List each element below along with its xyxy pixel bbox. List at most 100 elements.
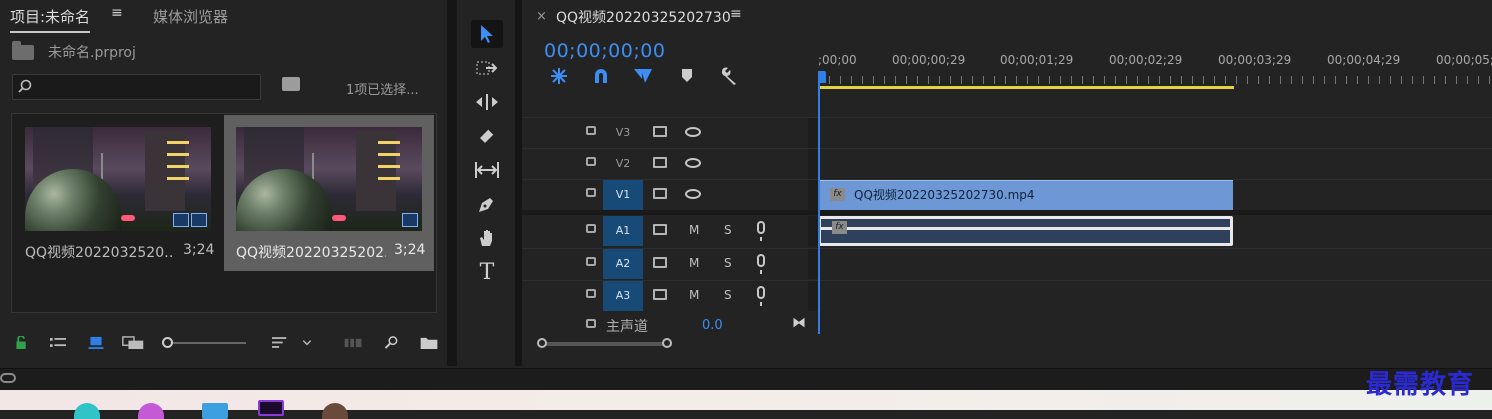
- track-label[interactable]: A1: [603, 216, 643, 246]
- sync-lock-icon[interactable]: [653, 157, 667, 168]
- selection-tool-icon[interactable]: [471, 20, 503, 48]
- freeform-view-icon[interactable]: [122, 336, 146, 349]
- panel-menu-icon[interactable]: ≡: [111, 5, 123, 21]
- sync-lock-icon[interactable]: [653, 126, 667, 137]
- zoom-slider[interactable]: [162, 336, 246, 350]
- snap-magnet-icon[interactable]: [590, 66, 612, 86]
- clip-duration: 3;24: [183, 242, 215, 258]
- master-volume-value[interactable]: 0.0: [702, 318, 723, 333]
- clip-name: QQ视频2022032520…: [25, 245, 175, 261]
- panel-divider: [447, 0, 456, 366]
- playhead-handle[interactable]: [818, 71, 826, 83]
- clip-thumbnail: [236, 127, 422, 231]
- track-lock-icon[interactable]: [586, 289, 596, 298]
- razor-icon[interactable]: [471, 122, 503, 150]
- solo-button[interactable]: S: [724, 256, 732, 270]
- taskbar-app-icon[interactable]: [202, 403, 228, 419]
- sync-lock-icon[interactable]: [653, 257, 667, 268]
- track-lock-icon[interactable]: [586, 157, 596, 166]
- sync-lock-icon[interactable]: [653, 188, 667, 199]
- eye-icon[interactable]: [685, 189, 701, 199]
- mute-button[interactable]: M: [689, 223, 699, 237]
- hand-icon[interactable]: [471, 224, 503, 252]
- track-lock-icon[interactable]: [586, 188, 596, 197]
- fx-badge: fx: [832, 221, 847, 234]
- track-select-forward-icon[interactable]: [471, 54, 503, 82]
- sequence-menu-icon[interactable]: ≡: [730, 6, 742, 22]
- solo-button[interactable]: S: [724, 288, 732, 302]
- track-a3: A3 M S: [522, 280, 1492, 311]
- track-label[interactable]: A2: [603, 249, 643, 279]
- time-ruler[interactable]: ;00;00 00;00;00;29 00;00;01;29 00;00;02;…: [818, 53, 1492, 71]
- mute-button[interactable]: M: [689, 256, 699, 270]
- audio-waveform: [821, 227, 1230, 230]
- search-icon: [18, 79, 32, 93]
- ruler-label: 00;00;01;29: [1000, 53, 1074, 67]
- track-label[interactable]: A3: [603, 281, 643, 311]
- clip-thumbnail: [25, 127, 211, 231]
- track-label[interactable]: V3: [603, 118, 643, 148]
- track-lock-icon[interactable]: [586, 257, 596, 266]
- tab-project[interactable]: 项目:未命名: [10, 6, 91, 33]
- video-clip[interactable]: fx QQ视频20220325202730.mp4: [818, 180, 1233, 210]
- clip-name: QQ视频20220325202…: [236, 245, 386, 261]
- chevron-down-icon[interactable]: [301, 336, 313, 349]
- timeline-zoom-scrollbar[interactable]: [537, 338, 672, 348]
- microphone-icon[interactable]: [757, 254, 765, 274]
- go-to-in-out-icon[interactable]: ⧓: [792, 315, 806, 331]
- project-panel: 项目:未命名 ≡ 媒体浏览器 未命名.prproj 1项已选择... QQ视频2…: [0, 0, 447, 366]
- track-lock-icon[interactable]: [586, 224, 596, 233]
- video-clip-name: QQ视频20220325202730.mp4: [854, 188, 1035, 202]
- av-divider[interactable]: [522, 210, 1492, 215]
- slip-icon[interactable]: [471, 156, 503, 184]
- scroll-handle-left[interactable]: [537, 338, 547, 348]
- icon-view-icon[interactable]: [88, 336, 104, 349]
- pen-icon[interactable]: [471, 190, 503, 218]
- premiere-app-icon[interactable]: [258, 400, 284, 416]
- project-file-row: 未命名.prproj: [12, 40, 136, 62]
- microphone-icon[interactable]: [757, 221, 765, 241]
- clip-item-selected[interactable]: QQ视频20220325202… 3;24: [224, 115, 434, 271]
- master-label: 主声道: [606, 319, 648, 335]
- new-bin-icon[interactable]: [420, 336, 438, 349]
- sync-lock-icon[interactable]: [653, 289, 667, 300]
- list-view-icon[interactable]: [50, 336, 66, 349]
- sync-lock-icon[interactable]: [653, 224, 667, 235]
- ruler-label: 00;00;00;29: [892, 53, 966, 67]
- track-label[interactable]: V2: [603, 149, 643, 179]
- audio-clip[interactable]: fx: [818, 216, 1233, 246]
- playhead-line[interactable]: [818, 71, 820, 334]
- sequence-tab-title[interactable]: QQ视频20220325202730: [556, 7, 731, 27]
- playhead-timecode[interactable]: 00;00;00;00: [544, 40, 665, 62]
- mute-button[interactable]: M: [689, 288, 699, 302]
- scroll-handle-right[interactable]: [662, 338, 672, 348]
- linked-selection-icon[interactable]: [632, 66, 654, 86]
- automate-to-sequence-icon[interactable]: [344, 336, 364, 349]
- wrench-settings-icon[interactable]: [718, 66, 740, 86]
- work-area-bar[interactable]: [818, 86, 1234, 89]
- type-tool-icon[interactable]: T: [471, 258, 503, 286]
- nest-icon[interactable]: [548, 66, 570, 86]
- eye-icon[interactable]: [685, 127, 701, 137]
- audio-clip-body: [821, 219, 1230, 243]
- track-lock-icon[interactable]: [586, 319, 596, 328]
- solo-button[interactable]: S: [724, 223, 732, 237]
- add-marker-icon[interactable]: [676, 66, 698, 86]
- eye-icon[interactable]: [685, 158, 701, 168]
- microphone-icon[interactable]: [757, 286, 765, 306]
- ripple-edit-icon[interactable]: [471, 88, 503, 116]
- track-label[interactable]: V1: [603, 180, 643, 210]
- new-search-bin-icon[interactable]: [282, 77, 300, 91]
- lock-icon[interactable]: [14, 336, 30, 349]
- close-icon[interactable]: ×: [536, 9, 547, 24]
- project-clip-grid: QQ视频2022032520… 3;24 QQ视频20220325202… 3;…: [11, 113, 437, 313]
- find-icon[interactable]: [384, 336, 400, 349]
- search-field[interactable]: [12, 74, 261, 100]
- track-lock-icon[interactable]: [586, 126, 596, 135]
- tab-media-browser[interactable]: 媒体浏览器: [153, 6, 228, 27]
- creative-cloud-icon[interactable]: [0, 373, 16, 383]
- sort-icon[interactable]: [272, 336, 288, 349]
- search-input[interactable]: [41, 75, 255, 99]
- clip-item[interactable]: QQ视频2022032520… 3;24: [13, 115, 223, 271]
- track-a2: A2 M S: [522, 248, 1492, 279]
